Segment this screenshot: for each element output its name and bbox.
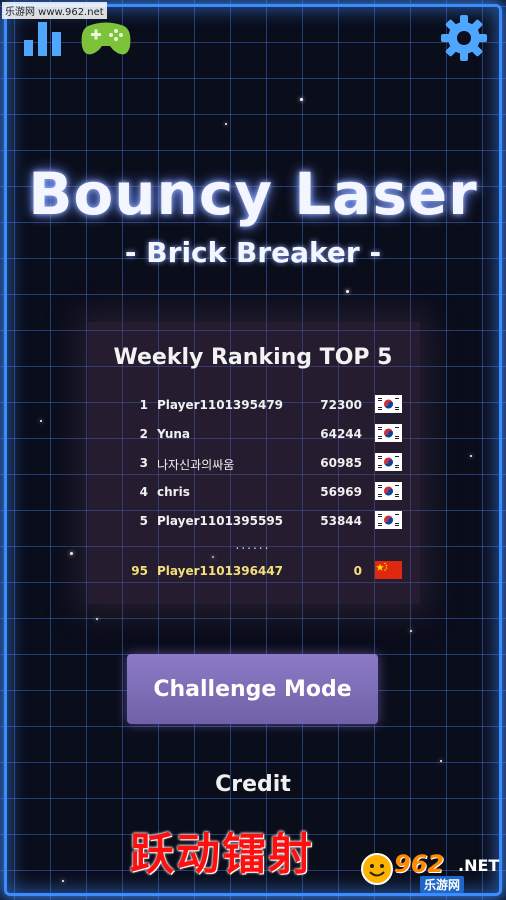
bar-chart-icon — [24, 22, 61, 56]
star — [225, 123, 227, 125]
ranking-row: 2 Yuna 64244 — [120, 424, 410, 451]
player-name: Yuna — [157, 427, 190, 441]
player-score: 72300 — [320, 398, 362, 412]
player-name: Player1101395479 — [157, 398, 284, 412]
player-name: Player1101395595 — [157, 514, 284, 528]
ranking-row: 3 나자신과의싸움 60985 — [120, 453, 410, 480]
leaderboard-button[interactable] — [22, 18, 64, 62]
player-name: Player1101396447 — [157, 564, 284, 578]
logo-number: 962 — [394, 850, 445, 878]
star — [40, 420, 42, 422]
star — [96, 618, 98, 620]
player-score: 64244 — [320, 427, 362, 441]
watermark-text: 乐游网 www.962.net — [2, 2, 107, 19]
gear-icon — [441, 15, 487, 61]
star — [62, 880, 64, 882]
logo-subtext: 乐游网 — [420, 876, 465, 893]
korea-flag-icon — [375, 482, 402, 500]
ranking-row: 5 Player1101395595 53844 — [120, 511, 410, 538]
game-subtitle: - Brick Breaker - — [124, 236, 382, 269]
star — [70, 552, 73, 555]
player-score: 53844 — [320, 514, 362, 528]
my-ranking-row: 95 Player1101396447 0 — [120, 561, 410, 588]
chinese-title-overlay: 跃动镭射 — [130, 829, 314, 880]
rank-number: 4 — [139, 485, 148, 499]
player-score: 56969 — [320, 485, 362, 499]
watermark-logo: 962 .NET 乐游网 — [360, 848, 500, 893]
rank-number: 2 — [139, 427, 148, 441]
rank-number: 5 — [139, 514, 148, 528]
ranking-row: 1 Player1101395479 72300 — [120, 395, 410, 422]
korea-flag-icon — [375, 453, 402, 471]
ranking-title: Weekly Ranking TOP 5 — [113, 345, 393, 370]
gamepad-icon — [81, 22, 131, 55]
settings-button[interactable] — [440, 14, 488, 66]
star — [346, 290, 349, 293]
logo-net: .NET — [458, 856, 500, 875]
rank-number: 95 — [131, 564, 148, 578]
star — [470, 455, 472, 457]
star — [300, 98, 303, 101]
china-flag-icon — [375, 561, 402, 579]
player-name: chris — [157, 485, 190, 499]
star — [410, 630, 412, 632]
challenge-mode-button[interactable]: Challenge Mode — [127, 654, 378, 724]
star — [440, 760, 442, 762]
credit-button[interactable]: Credit — [0, 772, 506, 797]
player-score: 0 — [353, 564, 362, 578]
game-title: Bouncy Laser — [28, 160, 478, 228]
player-score: 60985 — [320, 456, 362, 470]
korea-flag-icon — [375, 395, 402, 413]
ranking-separator: ...... — [235, 538, 271, 552]
rank-number: 1 — [139, 398, 148, 412]
smiley-logo-icon — [361, 853, 393, 885]
korea-flag-icon — [375, 511, 402, 529]
ranking-row: 4 chris 56969 — [120, 482, 410, 509]
games-service-button[interactable] — [80, 20, 132, 62]
korea-flag-icon — [375, 424, 402, 442]
player-name: 나자신과의싸움 — [157, 458, 235, 472]
rank-number: 3 — [139, 456, 148, 470]
